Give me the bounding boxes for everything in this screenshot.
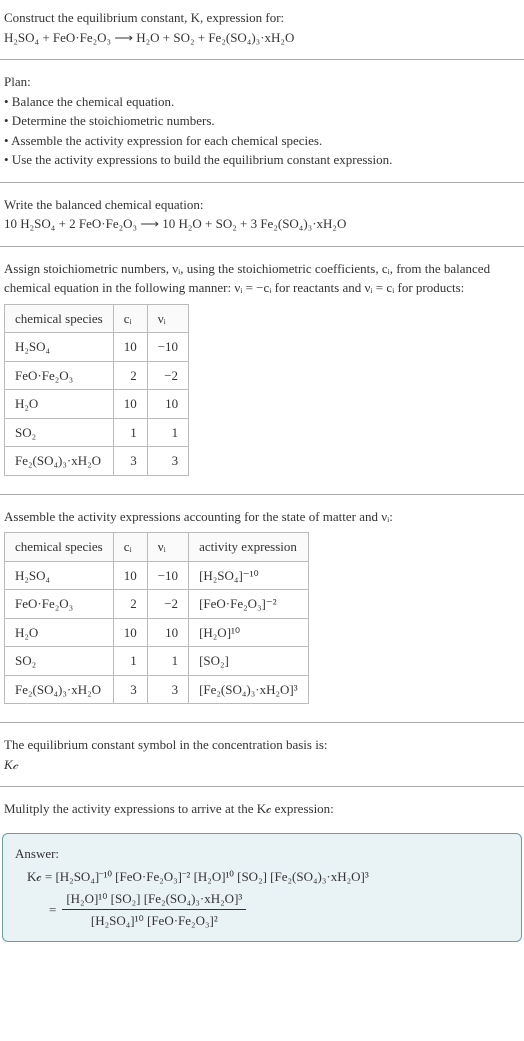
cell-species: H₂O — [5, 618, 114, 647]
col-ci: cᵢ — [113, 533, 147, 562]
cell-species: SO₂ — [5, 647, 114, 676]
intro-block: Construct the equilibrium constant, K, e… — [0, 0, 524, 55]
table-row: H₂SO₄10−10[H₂SO₄]⁻¹⁰ — [5, 561, 309, 590]
cell-species: SO₂ — [5, 418, 114, 447]
balanced-block: Write the balanced chemical equation: 10… — [0, 187, 524, 242]
table-row: H₂SO₄10−10 — [5, 333, 189, 362]
fraction-numerator: [H₂O]¹⁰ [SO₂] [Fe₂(SO₄)₃·xH₂O]³ — [62, 889, 246, 909]
cell-nui: −2 — [147, 361, 188, 390]
cell-species: FeO·Fe₂O₃ — [5, 361, 114, 390]
table-row: SO₂11[SO₂] — [5, 647, 309, 676]
plan-bullet: • Determine the stoichiometric numbers. — [4, 111, 520, 131]
intro-line: Construct the equilibrium constant, K, e… — [4, 8, 520, 28]
plan-heading: Plan: — [4, 72, 520, 92]
cell-nui: −10 — [147, 333, 188, 362]
cell-activity: [H₂O]¹⁰ — [189, 618, 309, 647]
plan-block: Plan: • Balance the chemical equation. •… — [0, 64, 524, 178]
cell-nui: −10 — [147, 561, 188, 590]
assign-block: Assign stoichiometric numbers, νᵢ, using… — [0, 251, 524, 490]
cell-ci: 10 — [113, 333, 147, 362]
cell-nui: −2 — [147, 590, 188, 619]
cell-ci: 3 — [113, 447, 147, 476]
cell-ci: 10 — [113, 561, 147, 590]
col-species: chemical species — [5, 533, 114, 562]
cell-activity: [Fe₂(SO₄)₃·xH₂O]³ — [189, 675, 309, 704]
table-header-row: chemical species cᵢ νᵢ activity expressi… — [5, 533, 309, 562]
cell-ci: 2 — [113, 361, 147, 390]
equals-sign: = — [49, 900, 56, 920]
cell-activity: [FeO·Fe₂O₃]⁻² — [189, 590, 309, 619]
col-nui: νᵢ — [147, 533, 188, 562]
balanced-equation: 10 H₂SO₄ + 2 FeO·Fe₂O₃ ⟶ 10 H₂O + SO₂ + … — [4, 214, 520, 234]
cell-nui: 10 — [147, 618, 188, 647]
table-row: Fe₂(SO₄)₃·xH₂O33[Fe₂(SO₄)₃·xH₂O]³ — [5, 675, 309, 704]
table-header-row: chemical species cᵢ νᵢ — [5, 304, 189, 333]
table-row: H₂O1010[H₂O]¹⁰ — [5, 618, 309, 647]
cell-ci: 1 — [113, 418, 147, 447]
cell-nui: 3 — [147, 447, 188, 476]
cell-species: Fe₂(SO₄)₃·xH₂O — [5, 447, 114, 476]
cell-nui: 10 — [147, 390, 188, 419]
plan-bullet: • Assemble the activity expression for e… — [4, 131, 520, 151]
fraction: [H₂O]¹⁰ [SO₂] [Fe₂(SO₄)₃·xH₂O]³ [H₂SO₄]¹… — [62, 889, 246, 931]
symbol-block: The equilibrium constant symbol in the c… — [0, 727, 524, 782]
assign-text: Assign stoichiometric numbers, νᵢ, using… — [4, 259, 520, 298]
cell-ci: 3 — [113, 675, 147, 704]
table-row: FeO·Fe₂O₃2−2[FeO·Fe₂O₃]⁻² — [5, 590, 309, 619]
cell-species: H₂O — [5, 390, 114, 419]
cell-species: Fe₂(SO₄)₃·xH₂O — [5, 675, 114, 704]
multiply-text: Mulitply the activity expressions to arr… — [4, 799, 520, 819]
divider — [0, 59, 524, 60]
answer-fraction: = [H₂O]¹⁰ [SO₂] [Fe₂(SO₄)₃·xH₂O]³ [H₂SO₄… — [49, 889, 509, 931]
plan-bullet: • Balance the chemical equation. — [4, 92, 520, 112]
stoich-table: chemical species cᵢ νᵢ H₂SO₄10−10 FeO·Fe… — [4, 304, 189, 476]
cell-ci: 10 — [113, 618, 147, 647]
divider — [0, 494, 524, 495]
cell-activity: [SO₂] — [189, 647, 309, 676]
cell-activity: [H₂SO₄]⁻¹⁰ — [189, 561, 309, 590]
col-nui: νᵢ — [147, 304, 188, 333]
col-activity: activity expression — [189, 533, 309, 562]
assemble-block: Assemble the activity expressions accoun… — [0, 499, 524, 719]
multiply-block: Mulitply the activity expressions to arr… — [0, 791, 524, 827]
cell-species: FeO·Fe₂O₃ — [5, 590, 114, 619]
col-ci: cᵢ — [113, 304, 147, 333]
divider — [0, 246, 524, 247]
activity-table: chemical species cᵢ νᵢ activity expressi… — [4, 532, 309, 704]
answer-heading: Answer: — [15, 844, 509, 864]
table-row: FeO·Fe₂O₃2−2 — [5, 361, 189, 390]
symbol-line1: The equilibrium constant symbol in the c… — [4, 735, 520, 755]
table-row: Fe₂(SO₄)₃·xH₂O33 — [5, 447, 189, 476]
table-row: SO₂11 — [5, 418, 189, 447]
fraction-bar — [62, 909, 246, 910]
intro-equation: H₂SO₄ + FeO·Fe₂O₃ ⟶ H₂O + SO₂ + Fe₂(SO₄)… — [4, 28, 520, 48]
answer-box: Answer: K𝒸 = [H₂SO₄]⁻¹⁰ [FeO·Fe₂O₃]⁻² [H… — [2, 833, 522, 942]
cell-ci: 1 — [113, 647, 147, 676]
plan-bullet: • Use the activity expressions to build … — [4, 150, 520, 170]
cell-nui: 3 — [147, 675, 188, 704]
fraction-denominator: [H₂SO₄]¹⁰ [FeO·Fe₂O₃]² — [62, 911, 246, 931]
table-row: H₂O1010 — [5, 390, 189, 419]
cell-ci: 10 — [113, 390, 147, 419]
cell-species: H₂SO₄ — [5, 561, 114, 590]
cell-species: H₂SO₄ — [5, 333, 114, 362]
col-species: chemical species — [5, 304, 114, 333]
cell-nui: 1 — [147, 418, 188, 447]
intro-text: Construct the equilibrium constant, K, e… — [4, 10, 284, 25]
divider — [0, 182, 524, 183]
cell-nui: 1 — [147, 647, 188, 676]
divider — [0, 786, 524, 787]
divider — [0, 722, 524, 723]
answer-line1: K𝒸 = [H₂SO₄]⁻¹⁰ [FeO·Fe₂O₃]⁻² [H₂O]¹⁰ [S… — [49, 867, 509, 887]
assemble-text: Assemble the activity expressions accoun… — [4, 507, 520, 527]
symbol-line2: K𝒸 — [4, 755, 520, 775]
cell-ci: 2 — [113, 590, 147, 619]
balanced-heading: Write the balanced chemical equation: — [4, 195, 520, 215]
